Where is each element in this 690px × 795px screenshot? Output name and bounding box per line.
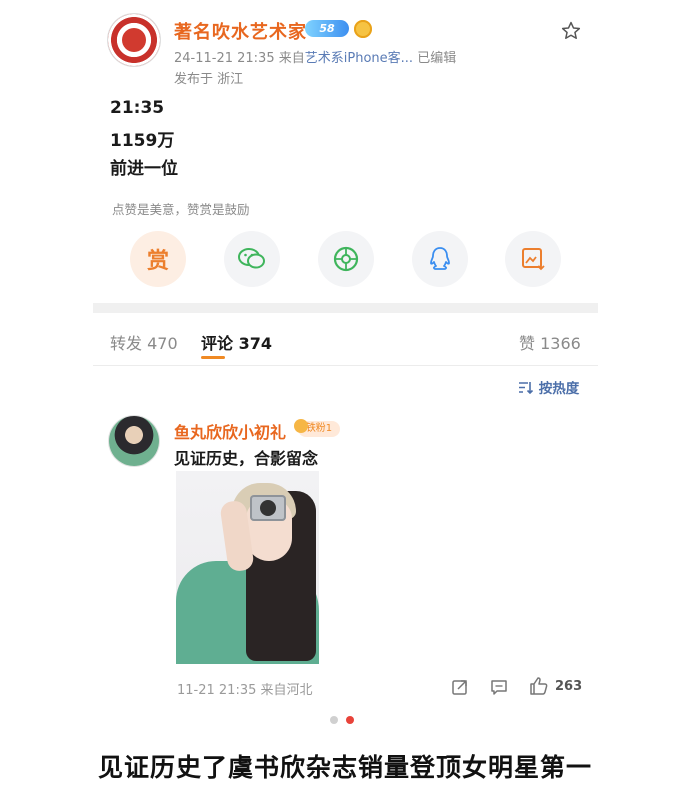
repost-icon[interactable] bbox=[451, 678, 469, 696]
post-text-line-3: 前进一位 bbox=[110, 159, 178, 179]
save-image-icon bbox=[522, 248, 545, 271]
post-meta: 24-11-21 21:35 来自艺术系iPhone客... 已编辑 bbox=[174, 47, 456, 66]
page-dot-2-active[interactable] bbox=[346, 716, 354, 724]
section-divider bbox=[93, 303, 598, 313]
comment-text: 见证历史，合影留念 bbox=[174, 449, 319, 468]
comment-meta: 11-21 21:35 来自河北 bbox=[177, 683, 313, 698]
author-name[interactable]: 著名吹水艺术家 bbox=[174, 18, 307, 44]
post-source[interactable]: 艺术系iPhone客... bbox=[305, 51, 413, 66]
post-edited: 已编辑 bbox=[417, 51, 457, 66]
tab-comment[interactable]: 评论 374 bbox=[201, 330, 272, 354]
commenter-avatar[interactable] bbox=[109, 416, 159, 466]
share-wechat-button[interactable] bbox=[224, 231, 280, 287]
avatar-seal bbox=[122, 28, 146, 52]
sort-icon bbox=[519, 382, 534, 395]
reply-comment-icon[interactable] bbox=[490, 678, 508, 696]
reward-button[interactable]: 赏 bbox=[130, 231, 186, 287]
tab-active-indicator bbox=[201, 356, 225, 359]
comment-like-count: 263 bbox=[555, 679, 583, 694]
reward-tip: 点赞是美意，赞赏是鼓励 bbox=[112, 202, 250, 217]
photo-camera bbox=[250, 495, 286, 521]
author-avatar[interactable] bbox=[108, 14, 160, 66]
image-caption: 见证历史了虞书欣杂志销量登顶女明星第一 bbox=[97, 753, 592, 782]
post-text-line-2: 1159万 bbox=[110, 131, 175, 151]
fan-emoji-icon bbox=[354, 20, 372, 38]
sort-by-hot-button[interactable]: 按热度 bbox=[518, 377, 579, 397]
wechat-icon bbox=[238, 248, 265, 269]
save-image-button[interactable] bbox=[505, 231, 561, 287]
reward-label: 赏 bbox=[146, 249, 169, 274]
post-location: 发布于 浙江 bbox=[174, 72, 244, 87]
sort-label: 按热度 bbox=[538, 381, 580, 397]
tab-like[interactable]: 赞 1366 bbox=[519, 330, 581, 354]
commenter-name[interactable]: 鱼丸欣欣小初礼 bbox=[174, 419, 286, 443]
comment-image[interactable] bbox=[176, 471, 319, 664]
tabs-divider bbox=[93, 365, 598, 366]
post-time: 24-11-21 21:35 bbox=[174, 51, 275, 66]
moments-icon bbox=[333, 246, 359, 272]
fan-badge: 铁粉1 bbox=[294, 419, 340, 437]
like-thumb-icon[interactable] bbox=[529, 676, 549, 696]
favorite-star-icon[interactable] bbox=[560, 20, 582, 42]
post-source-prefix: 来自 bbox=[278, 51, 305, 66]
share-qq-button[interactable] bbox=[412, 231, 468, 287]
page-dot-1[interactable] bbox=[330, 716, 338, 724]
share-moments-button[interactable] bbox=[318, 231, 374, 287]
vip-badge[interactable]: 58 bbox=[305, 20, 349, 37]
qq-icon bbox=[430, 247, 450, 270]
post-text-line-1: 21:35 bbox=[110, 98, 165, 118]
tab-repost[interactable]: 转发 470 bbox=[110, 330, 178, 354]
